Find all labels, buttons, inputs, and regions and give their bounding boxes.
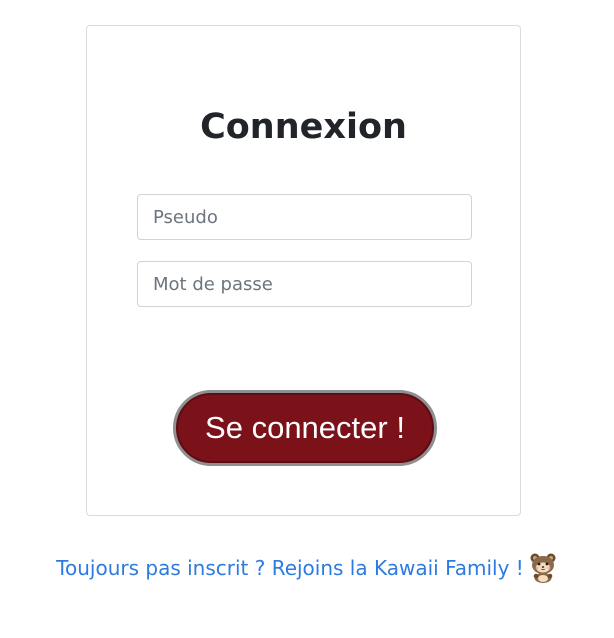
signup-link[interactable]: Toujours pas inscrit ? Rejoins la Kawaii… [56, 556, 524, 580]
login-button[interactable]: Se connecter ! [173, 390, 437, 466]
page-title: Connexion [200, 107, 407, 147]
password-input[interactable] [137, 261, 472, 307]
pseudo-input[interactable] [137, 194, 472, 240]
kawaii-bear-icon[interactable] [528, 551, 558, 583]
signup-row: Toujours pas inscrit ? Rejoins la Kawaii… [0, 552, 614, 586]
